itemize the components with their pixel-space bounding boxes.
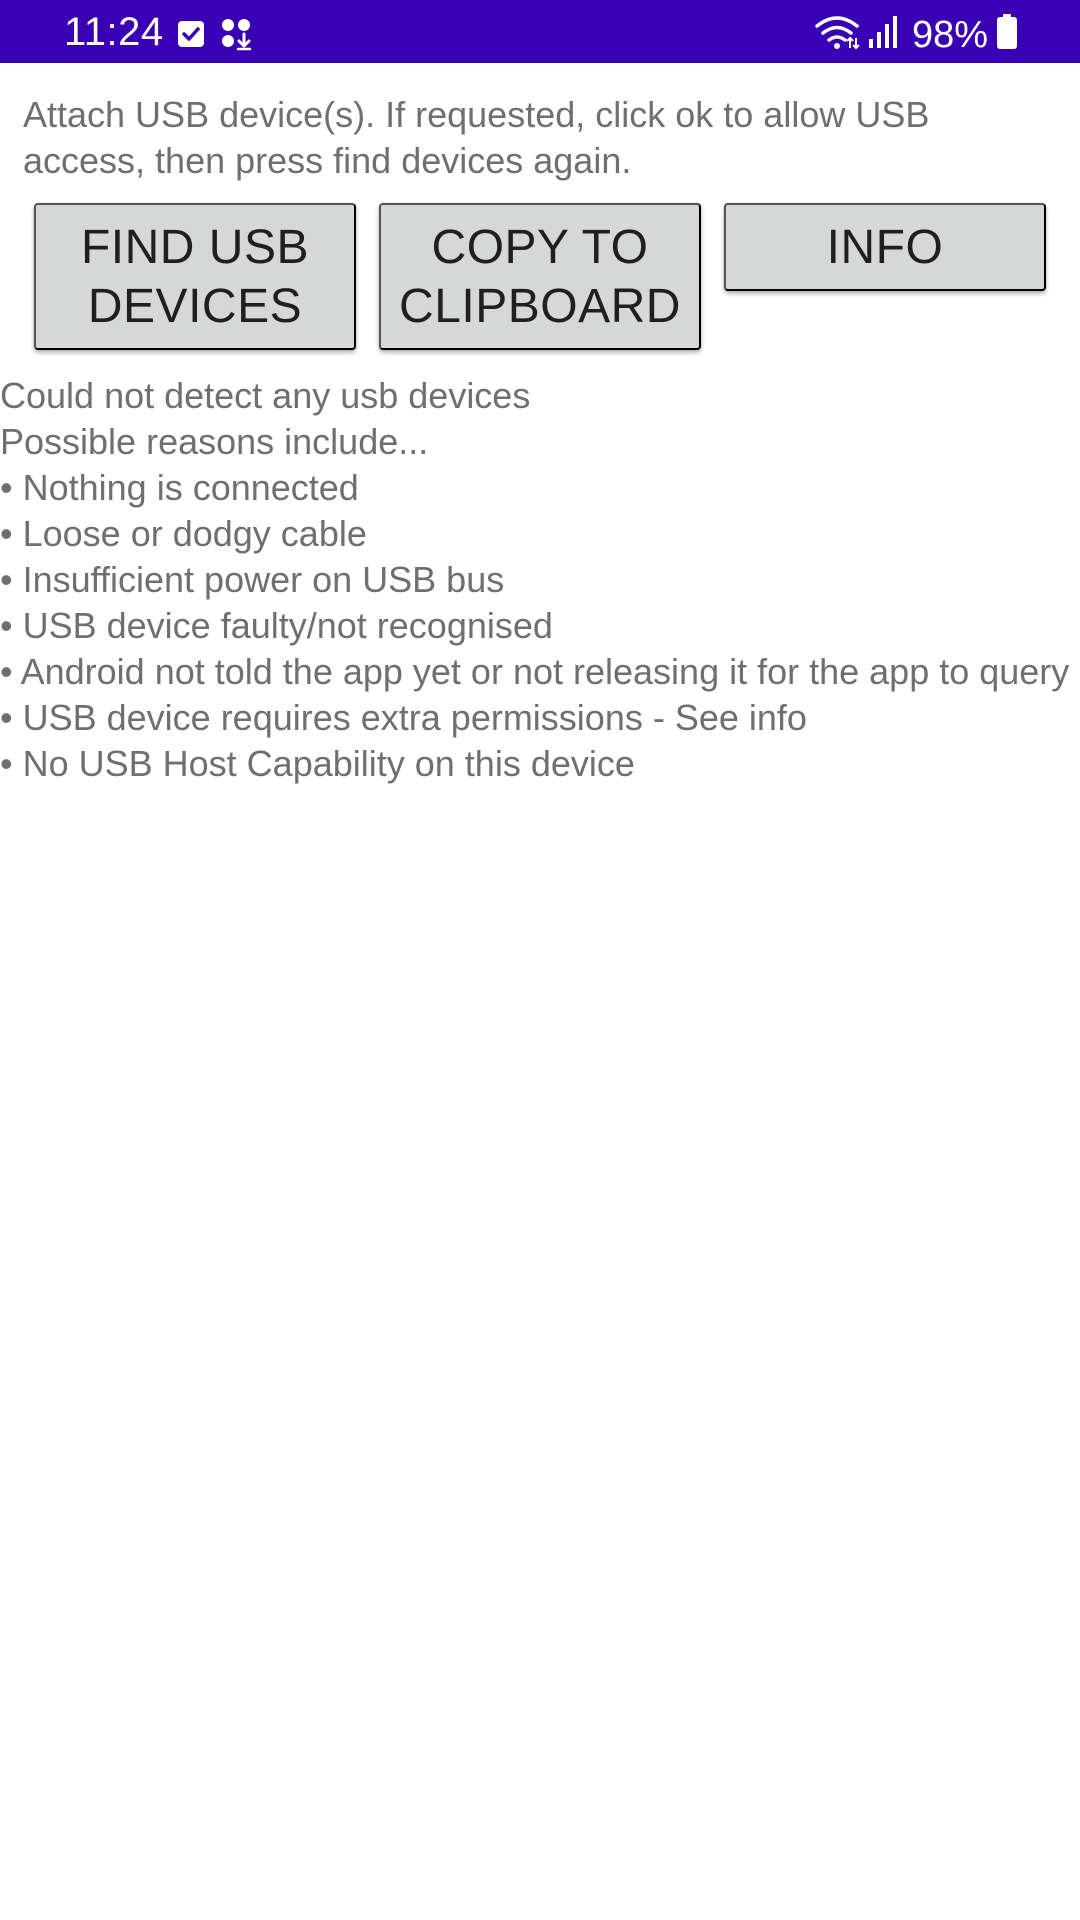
system-icons: 98%: [814, 14, 1018, 55]
notification-icons: [176, 17, 254, 56]
apps-download-icon: [220, 17, 254, 56]
reason-item: • USB device faulty/not recognised: [0, 605, 553, 646]
info-button[interactable]: INFO: [724, 203, 1046, 291]
battery-percentage: 98%: [911, 13, 988, 56]
copy-to-clipboard-button[interactable]: COPY TO CLIPBOARD: [379, 203, 701, 350]
checkbox-notification-icon: [176, 19, 206, 54]
status-time: 11:24: [64, 10, 164, 54]
reason-item: • USB device requires extra permissions …: [0, 697, 807, 738]
reason-item: • Loose or dodgy cable: [0, 513, 367, 554]
battery-icon: [996, 14, 1018, 55]
status-bar: 11:24 98%: [0, 0, 1080, 63]
reason-item: • Android not told the app yet or not re…: [0, 651, 1070, 692]
results-line-possible-reasons: Possible reasons include...: [0, 421, 429, 462]
instructions-text: Attach USB device(s). If requested, clic…: [23, 94, 930, 181]
wifi-icon: [814, 14, 860, 55]
find-usb-devices-button[interactable]: FIND USB DEVICES: [34, 203, 356, 350]
reason-item: • Insufficient power on USB bus: [0, 559, 505, 600]
results-line-no-devices: Could not detect any usb devices: [0, 375, 531, 416]
reason-item: • Nothing is connected: [0, 467, 359, 508]
cellular-signal-icon: [868, 15, 900, 54]
reason-item: • No USB Host Capability on this device: [0, 743, 635, 784]
results-text: Could not detect any usb devices Possibl…: [0, 373, 1075, 787]
